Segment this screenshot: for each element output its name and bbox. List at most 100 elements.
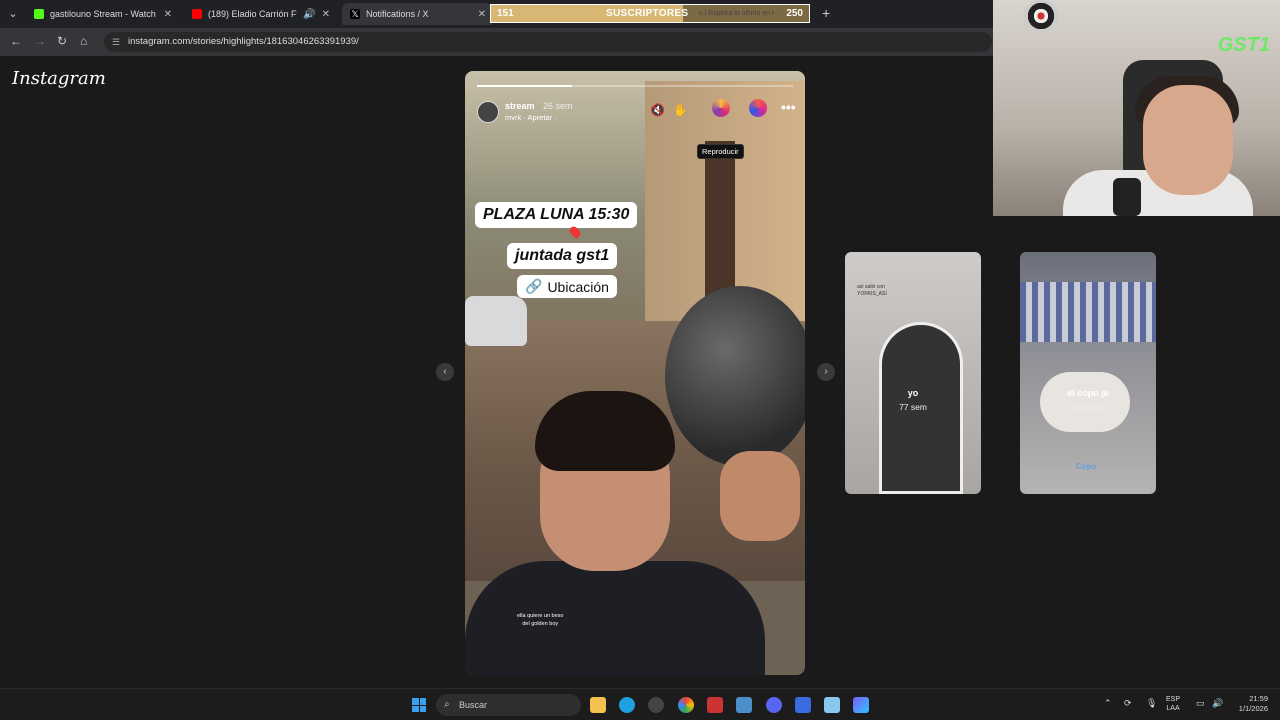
streamer-face <box>1143 85 1233 195</box>
copilot-icon[interactable] <box>853 697 869 713</box>
chrome-icon[interactable] <box>678 697 694 713</box>
microphone-icon[interactable]: 🎙 <box>1146 698 1157 709</box>
app-icon[interactable] <box>795 697 811 713</box>
speaker-icon[interactable]: 🔊 <box>303 9 315 20</box>
notepad-icon[interactable] <box>824 697 840 713</box>
dartboard <box>1023 0 1059 32</box>
story-thumbnail[interactable]: el copo je 103 sem Copo <box>1020 252 1156 494</box>
search-placeholder: Buscar <box>459 700 488 710</box>
story-car <box>465 296 527 346</box>
story-door <box>705 141 735 301</box>
tab-title: Notifications / X <box>366 9 429 19</box>
story-caption: ella quiere un beso del golden boy <box>517 612 563 628</box>
person-hoodie <box>465 561 765 675</box>
thumb-note-line: así salió con <box>857 284 885 290</box>
edge-icon[interactable] <box>619 697 635 713</box>
story-sticker-place: PLAZA LUNA 15:30 <box>475 202 638 228</box>
thumb-tag: Copo <box>1076 462 1097 471</box>
person-hair <box>535 391 675 471</box>
caption-line: ella quiere un beso <box>517 613 564 619</box>
keyboard-layout: LAA <box>1166 705 1180 712</box>
taskbar: ⌕ Buscar ⌃ ⟳ 🎙 ESP LAA ▭ 🔊 21:59 1/1/202… <box>0 688 1280 720</box>
windows-start-icon[interactable] <box>412 698 426 712</box>
story-ring-icon[interactable] <box>749 99 767 117</box>
thumb-title: el copo je <box>1067 388 1109 398</box>
volume-icon[interactable]: 🔊 <box>1212 698 1223 709</box>
story-music[interactable]: mvrk · Apretar · <box>505 113 557 122</box>
app-icon[interactable] <box>736 697 752 713</box>
close-icon[interactable]: ✕ <box>478 9 486 20</box>
forward-arrow-icon[interactable]: → <box>34 34 46 48</box>
next-story-arrow-icon[interactable]: › <box>817 363 835 381</box>
discord-icon[interactable] <box>766 697 782 713</box>
language-indicator[interactable]: ESP LAA <box>1166 695 1180 713</box>
tooltip: Reproducir <box>697 144 744 159</box>
subscriber-goal: 250 <box>786 8 803 19</box>
story-progress <box>477 85 793 87</box>
tab-title: gastilouno Stream - Watch Live <box>50 9 158 19</box>
story-progress-fill <box>477 85 572 87</box>
tab-title: (189) Eladio Carrión Ft. Bizarr <box>208 9 297 19</box>
x-icon: 𝕏 <box>350 9 360 19</box>
tab-youtube[interactable]: (189) Eladio Carrión Ft. Bizarr 🔊 ✕ <box>184 3 336 25</box>
thumb-blanket <box>1020 282 1156 342</box>
close-icon[interactable]: ✕ <box>164 9 172 20</box>
thumb-note: así salió con YORKIS_ASÍ <box>857 284 887 298</box>
subscriber-label: SUSCRIPTORES <box>606 8 689 19</box>
clock-date: 1/1/2026 <box>1238 704 1268 713</box>
kick-icon <box>34 9 44 19</box>
app-icon[interactable] <box>648 697 664 713</box>
story-sticker-event: juntada gst1 <box>507 243 618 269</box>
thumb-time: 103 sem <box>1071 402 1105 412</box>
tab-kick[interactable]: gastilouno Stream - Watch Live ✕ <box>26 3 178 25</box>
sync-icon[interactable]: ⟳ <box>1124 698 1132 709</box>
home-icon[interactable]: ⌂ <box>80 34 87 48</box>
story-hand <box>720 451 800 541</box>
reload-icon[interactable]: ↻ <box>57 34 67 48</box>
new-tab-button[interactable]: + <box>822 5 830 21</box>
channel-logo: GST1 <box>1217 34 1270 56</box>
prev-story-arrow-icon[interactable]: ‹ <box>436 363 454 381</box>
link-icon: 🔗 <box>525 278 543 294</box>
taskbar-search[interactable]: ⌕ Buscar <box>436 694 581 716</box>
caption-line: del golden boy <box>522 621 559 627</box>
play-icon[interactable]: ✋ <box>673 103 688 117</box>
youtube-icon <box>192 9 202 19</box>
hidden-tab-text: u | Explora lo último en r <box>699 10 775 17</box>
close-icon[interactable]: ✕ <box>322 9 330 20</box>
system-clock[interactable]: 21:59 1/1/2026 <box>1228 694 1268 714</box>
back-arrow-icon[interactable]: ← <box>10 34 22 48</box>
more-options-icon[interactable]: ••• <box>781 99 796 115</box>
webcam-overlay: GST1 <box>993 0 1280 216</box>
clock-time: 21:59 <box>1249 694 1268 703</box>
subscriber-count: 151 <box>497 8 514 19</box>
search-icon: ⌕ <box>444 699 450 710</box>
story-username[interactable]: stream <box>505 101 535 111</box>
url-text: instagram.com/stories/highlights/1816304… <box>128 36 359 47</box>
network-icon[interactable]: ▭ <box>1196 698 1205 709</box>
location-link-label: Ubicación <box>547 278 609 295</box>
thumb-title: yo <box>907 388 919 398</box>
app-icon[interactable] <box>707 697 723 713</box>
basketball <box>665 286 805 466</box>
microphone <box>1113 178 1141 216</box>
mute-icon[interactable]: 🔇 <box>650 103 665 117</box>
story-ring-icon[interactable] <box>712 99 730 117</box>
thumb-time: 77 sem <box>899 402 927 412</box>
story-time: 26 sem <box>543 101 573 111</box>
site-info-icon[interactable]: ☰ <box>112 32 120 52</box>
thumb-note-line: YORKIS_ASÍ <box>857 291 887 297</box>
story-viewer[interactable]: stream 26 sem mvrk · Apretar · 🔇 ✋ ••• R… <box>465 71 805 675</box>
url-field[interactable]: ☰ instagram.com/stories/highlights/18163… <box>104 32 992 52</box>
story-thumbnail[interactable]: así salió con YORKIS_ASÍ yo 77 sem <box>845 252 981 494</box>
file-explorer-icon[interactable] <box>590 697 606 713</box>
chevron-up-icon[interactable]: ⌃ <box>1104 698 1112 709</box>
story-header: stream 26 sem mvrk · Apretar · 🔇 ✋ ••• R… <box>477 99 797 159</box>
instagram-logo[interactable]: Instagram <box>12 68 106 89</box>
tab-x[interactable]: 𝕏 Notifications / X ✕ <box>342 3 492 25</box>
language-code: ESP <box>1166 696 1181 703</box>
avatar[interactable] <box>477 101 499 123</box>
subscriber-goal-bar: 151 SUSCRIPTORES u | Explora lo último e… <box>490 4 810 23</box>
tab-search-menu-icon[interactable]: ⌄ <box>4 5 22 23</box>
location-link-sticker[interactable]: 🔗 Ubicación <box>517 275 617 298</box>
